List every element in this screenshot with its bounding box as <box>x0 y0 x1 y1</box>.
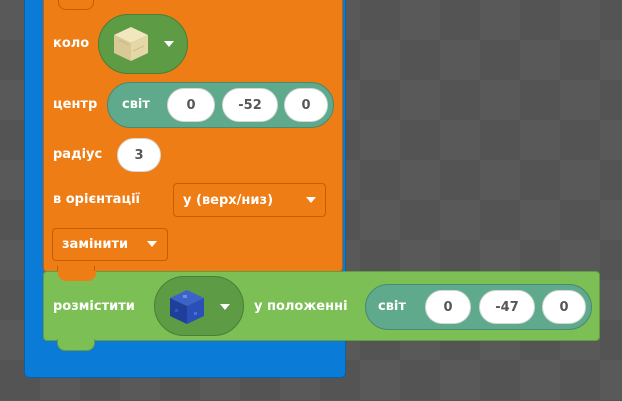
radius-label: радіус <box>53 147 103 162</box>
block-picker-dropdown[interactable] <box>98 14 188 74</box>
place-y-input[interactable]: -47 <box>479 290 535 324</box>
center-y-input[interactable]: -52 <box>222 88 278 122</box>
chevron-down-icon <box>164 41 174 47</box>
mode-value: замінити <box>62 237 129 252</box>
mode-dropdown[interactable]: замінити <box>52 228 168 261</box>
radius-input[interactable]: 3 <box>117 138 161 172</box>
position-world-label: світ <box>378 299 406 314</box>
block-bottom-notch <box>57 339 95 351</box>
place-label: розмістити <box>53 299 135 314</box>
chevron-down-icon <box>220 304 230 310</box>
orientation-dropdown[interactable]: y (верх/низ) <box>173 183 326 217</box>
orientation-label: в орієнтації <box>53 192 140 207</box>
place-x-input[interactable]: 0 <box>425 290 471 324</box>
center-x-input[interactable]: 0 <box>167 88 215 122</box>
chevron-down-icon <box>306 197 316 203</box>
chevron-down-icon <box>147 241 157 247</box>
orientation-value: y (верх/низ) <box>183 192 274 208</box>
circle-label: коло <box>53 36 90 51</box>
block-top-notch <box>58 0 94 10</box>
center-label: центр <box>53 97 98 112</box>
block-picker-dropdown[interactable] <box>154 276 244 336</box>
position-world-label: світ <box>122 97 150 112</box>
lapis-block-icon <box>170 290 204 324</box>
sandstone-block-icon <box>114 27 148 61</box>
block-top-notch <box>58 271 96 281</box>
position-label: у положенні <box>254 299 348 314</box>
place-z-input[interactable]: 0 <box>542 290 586 324</box>
center-z-input[interactable]: 0 <box>284 88 328 122</box>
